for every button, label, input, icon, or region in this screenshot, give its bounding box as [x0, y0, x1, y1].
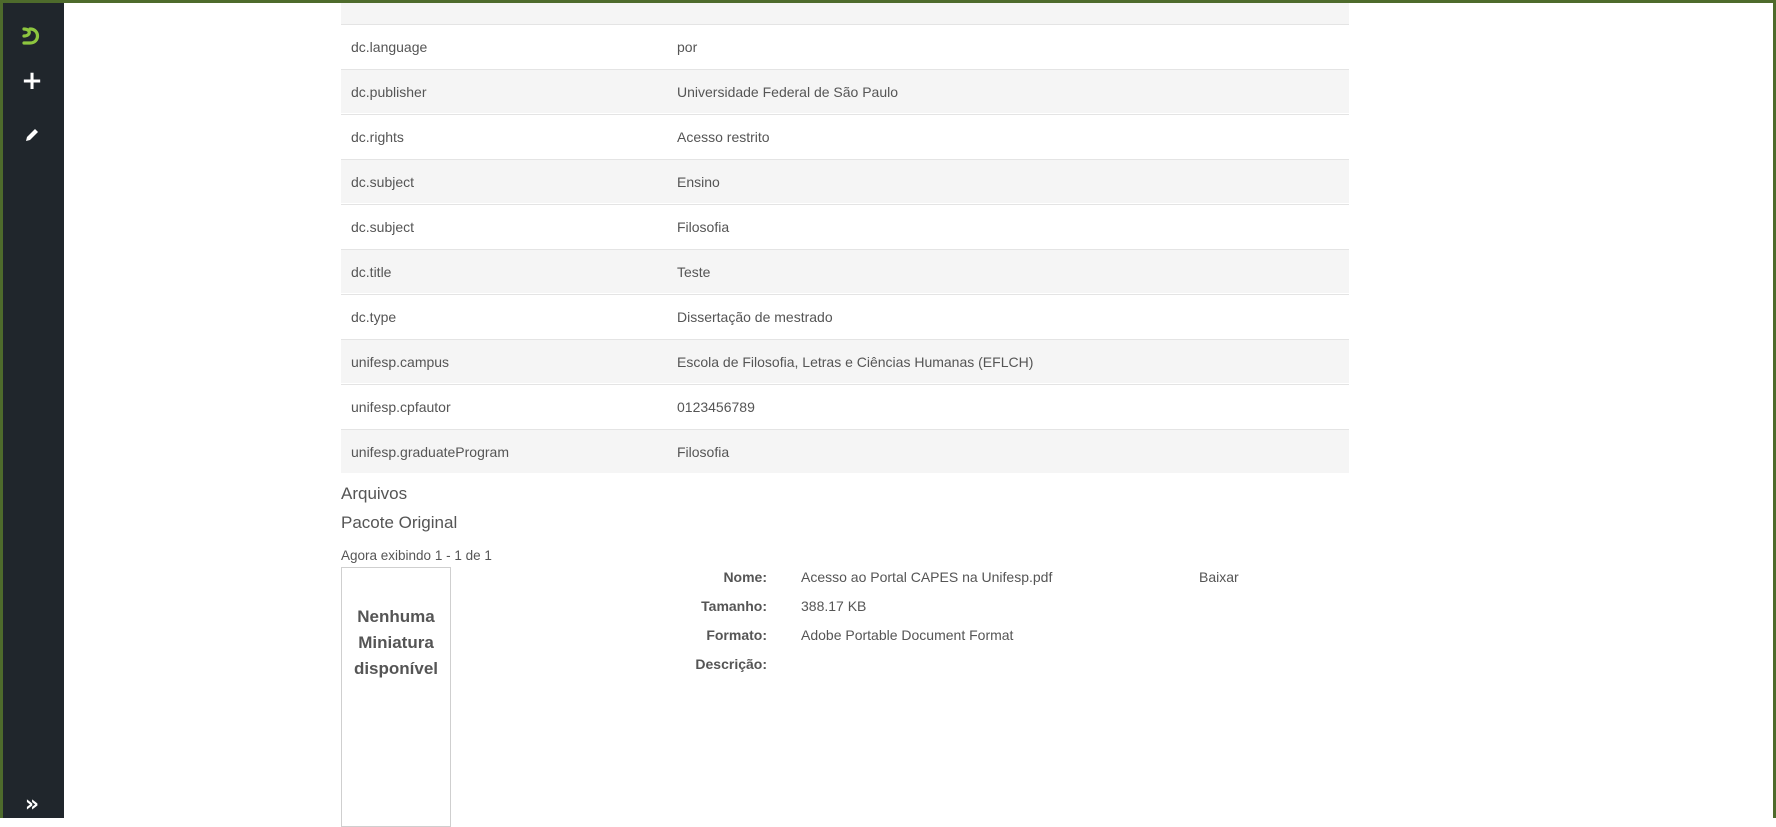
pagination-info: Agora exibindo 1 - 1 de 1: [341, 548, 492, 563]
editor-sidebar: + »: [0, 0, 64, 818]
metadata-value: Dissertação de mestrado: [677, 308, 833, 325]
metadata-row: dc.subject Ensino: [341, 159, 1349, 203]
thumbnail-text: disponível: [353, 659, 439, 678]
metadata-row: unifesp.cpfautor 0123456789: [341, 384, 1349, 428]
metadata-field: unifesp.cpfautor: [351, 398, 451, 415]
metadata-value: por: [677, 38, 698, 55]
file-format-value: Adobe Portable Document Format: [801, 627, 1014, 643]
metadata-row: dc.publisher Universidade Federal de São …: [341, 69, 1349, 113]
metadata-row: dc.type Dissertação de mestrado: [341, 294, 1349, 338]
metadata-row: dc.title Teste: [341, 249, 1349, 293]
logo-icon[interactable]: [0, 12, 64, 60]
metadata-value: Teste: [677, 263, 711, 280]
metadata-value: Filosofia: [677, 443, 730, 460]
metadata-row: dc.subject Filosofia: [341, 204, 1349, 248]
thumbnail-placeholder: Nenhuma Miniatura disponível: [341, 567, 451, 827]
metadata-field: dc.subject: [351, 173, 415, 190]
file-name-value: Acesso ao Portal CAPES na Unifesp.pdf: [801, 569, 1053, 585]
metadata-value: Acesso restrito: [677, 128, 770, 145]
metadata-value: Escola de Filosofia, Letras e Ciências H…: [677, 353, 1034, 370]
thumbnail-text: Miniatura: [358, 633, 434, 652]
metadata-row: unifesp.campus Escola de Filosofia, Letra…: [341, 339, 1349, 383]
metadata-value: Universidade Federal de São Paulo: [677, 83, 899, 100]
metadata-field: dc.type: [351, 308, 397, 325]
metadata-field: dc.subject: [351, 218, 415, 235]
pencil-icon[interactable]: [0, 118, 64, 152]
files-heading: Arquivos: [341, 484, 408, 503]
file-size-value: 388.17 KB: [801, 598, 867, 614]
bundle-heading: Pacote Original: [341, 513, 458, 532]
metadata-field: dc.title: [351, 263, 392, 280]
metadata-value: 0123456789: [677, 398, 755, 415]
thumbnail-text: Nenhuma: [357, 607, 435, 626]
metadata-row-partial: [341, 3, 1349, 24]
metadata-field: dc.rights: [351, 128, 404, 145]
download-link[interactable]: Baixar: [1199, 569, 1239, 585]
metadata-field: dc.publisher: [351, 83, 427, 100]
expand-icon[interactable]: »: [0, 790, 64, 818]
metadata-row: dc.language por: [341, 24, 1349, 68]
metadata-field: unifesp.graduateProgram: [351, 443, 509, 460]
file-description-label: Descrição:: [695, 656, 767, 672]
metadata-field: dc.language: [351, 38, 428, 55]
plus-icon[interactable]: +: [0, 64, 64, 98]
metadata-row: unifesp.graduateProgram Filosofia: [341, 429, 1349, 473]
file-name-label: Nome:: [723, 569, 767, 585]
metadata-field: unifesp.campus: [351, 353, 450, 370]
metadata-row: dc.rights Acesso restrito: [341, 114, 1349, 158]
metadata-value: Ensino: [677, 173, 720, 190]
metadata-value: Filosofia: [677, 218, 730, 235]
file-format-label: Formato:: [706, 627, 767, 643]
file-size-label: Tamanho:: [701, 598, 767, 614]
